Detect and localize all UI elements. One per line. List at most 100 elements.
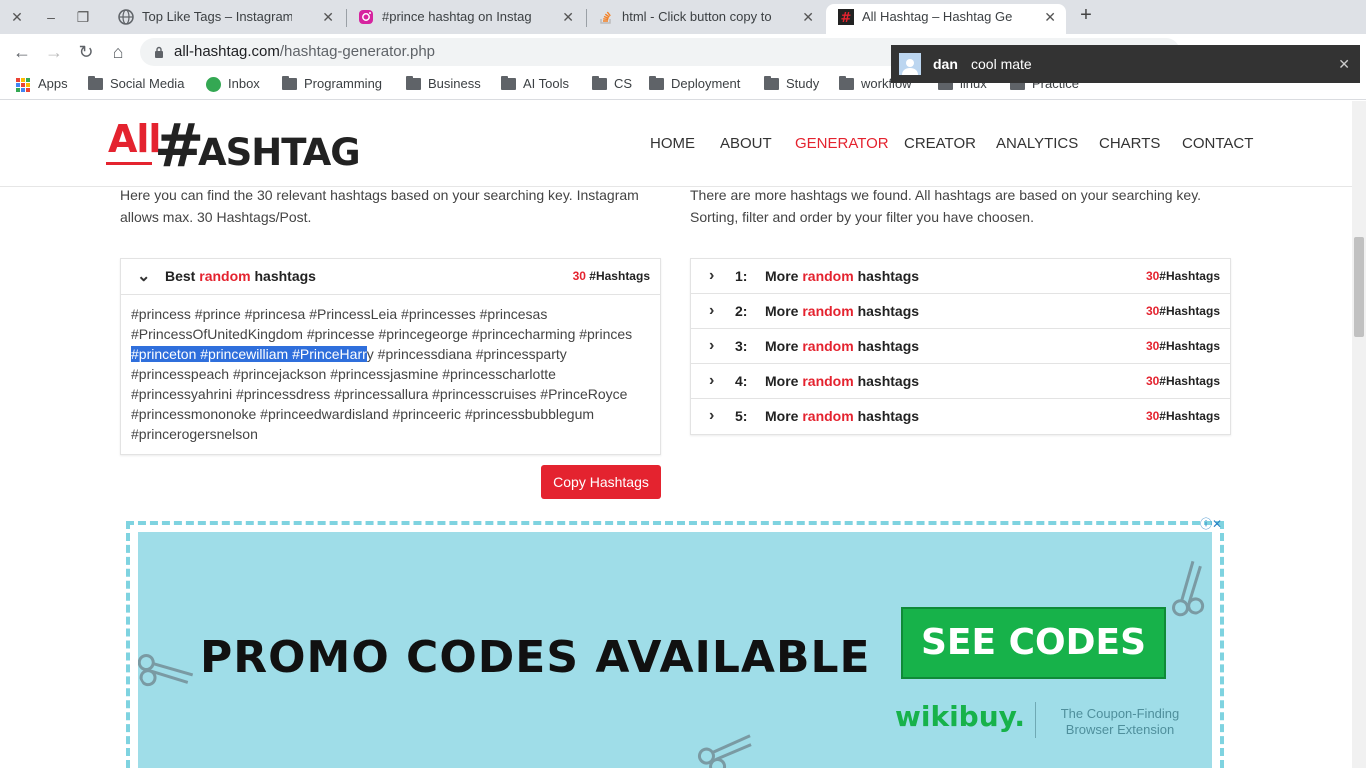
bookmark-label: Social Media [110,76,185,91]
folder-icon [282,76,297,90]
intro-left-text: Here you can find the 30 relevant hashta… [120,187,639,225]
site-header: All # ASHTAG HOME ABOUT GENERATOR CREATO… [0,101,1352,187]
bookmark-business[interactable]: Business [406,76,481,94]
tab-close-icon[interactable]: ✕ [1044,4,1056,30]
apps-grid-icon [16,78,30,92]
back-arrow-icon[interactable]: ← [10,40,34,64]
bookmark-label: AI Tools [523,76,570,91]
tab-all-hashtag[interactable]: # All Hashtag – Hashtag Gene ✕ [826,4,1066,34]
scrollbar-thumb[interactable] [1354,237,1364,337]
count-label: #Hashtags [1159,339,1220,353]
count-number: 30 [1145,409,1160,423]
nav-analytics[interactable]: ANALYTICS [996,135,1078,152]
tab-close-icon[interactable]: ✕ [322,4,334,30]
row-title-post: hashtags [857,268,920,284]
browser-tab-bar: ✕ – ❐ Top Like Tags – Instagram H ✕ #pri… [0,0,1366,34]
home-icon[interactable]: ⌂ [106,40,130,64]
new-tab-plus-icon[interactable]: + [1074,4,1098,27]
tab-stackoverflow[interactable]: html - Click button copy to ✕ [586,4,824,34]
more-hashtags-row[interactable]: › 4: More random hashtags 30#Hashtags [691,364,1230,399]
row-number: 3: [735,338,748,354]
instagram-icon [359,10,373,24]
bookmark-ai-tools[interactable]: AI Tools [501,76,569,94]
chevron-right-icon: › [709,302,715,319]
row-title-red: random [802,408,854,424]
title-post: hashtags [254,268,316,284]
more-hashtags-row[interactable]: › 1: More random hashtags 30#Hashtags [691,259,1230,294]
bookmark-study[interactable]: Study [764,76,819,94]
ad-divider [1035,702,1036,738]
minimize-window-icon[interactable]: – [40,6,62,28]
row-number: 4: [735,373,748,389]
count-label: #Hashtags [1159,374,1220,388]
ad-headline: PROMO CODES AVAILABLE [200,632,871,683]
tab-title: Top Like Tags – Instagram H [142,9,292,24]
ad-tagline: The Coupon-Finding Browser Extension [1060,706,1180,737]
more-hashtags-row[interactable]: › 5: More random hashtags 30#Hashtags [691,399,1230,434]
more-hashtags-row[interactable]: › 3: More random hashtags 30#Hashtags [691,329,1230,364]
hashtag-count: 30#Hashtags [1146,329,1220,363]
panel-title: Best random hashtags [165,259,316,294]
nav-home[interactable]: HOME [650,135,695,152]
lock-icon[interactable] [154,46,164,58]
more-hashtags-row[interactable]: › 2: More random hashtags 30#Hashtags [691,294,1230,329]
nav-about[interactable]: ABOUT [720,135,772,152]
count-number: 30 [572,269,586,283]
bookmark-label: Apps [38,76,68,91]
row-title-post: hashtags [857,338,920,354]
copy-hashtags-button[interactable]: Copy Hashtags [541,465,661,499]
bookmark-cs[interactable]: CS [592,76,632,94]
chat-notification[interactable]: dan cool mate ✕ [891,45,1360,83]
close-icon[interactable]: ✕ [1338,45,1350,83]
folder-icon [88,76,103,90]
wikibuy-ad-banner[interactable]: PROMO CODES AVAILABLE SEE CODES wikibuy.… [138,532,1212,768]
bookmark-label: Inbox [228,76,260,91]
row-title: More random hashtags [765,364,919,398]
tab-title: html - Click button copy to [622,9,772,24]
hashtag-list-text[interactable]: #princess #prince #princesa #PrincessLei… [121,295,660,444]
bookmark-label: CS [614,76,633,91]
bookmark-label: Study [786,76,820,91]
forward-arrow-icon[interactable]: → [42,40,66,64]
notification-message: cool mate [971,56,1032,72]
ad-info-close-icon[interactable]: ⓘ✕ [1200,515,1222,532]
all-hashtag-logo[interactable]: All # ASHTAG [106,111,361,181]
best-hashtags-panel: ⌄ Best random hashtags 30 #Hashtags #pri… [120,258,661,455]
chevron-right-icon: › [709,337,715,354]
count-label: #Hashtags [1159,409,1220,423]
row-number: 1: [735,268,748,284]
row-title: More random hashtags [765,399,919,433]
best-hashtags-header[interactable]: ⌄ Best random hashtags 30 #Hashtags [121,259,660,295]
nav-generator[interactable]: GENERATOR [795,135,889,152]
bookmark-deployment[interactable]: Deployment [649,76,740,94]
see-codes-button[interactable]: SEE CODES [901,607,1166,679]
close-window-icon[interactable]: ✕ [6,6,28,28]
nav-contact[interactable]: CONTACT [1182,135,1253,152]
tab-top-like-tags[interactable]: Top Like Tags – Instagram H ✕ [106,4,344,34]
chevron-right-icon: › [709,372,715,389]
chevron-right-icon: › [709,267,715,284]
row-title-red: random [802,373,854,389]
bookmark-programming[interactable]: Programming [282,76,382,94]
bookmark-social-media[interactable]: Social Media [88,76,184,94]
folder-icon [649,76,664,90]
row-title-pre: More [765,268,799,284]
tab-instagram-prince[interactable]: #prince hashtag on Instagra ✕ [346,4,584,34]
bookmark-inbox[interactable]: Inbox [206,76,260,94]
bookmark-apps[interactable]: Apps [16,76,68,94]
hashtag-count: 30#Hashtags [1146,259,1220,293]
count-number: 30 [1145,269,1160,283]
count-number: 30 [1145,304,1160,318]
tab-close-icon[interactable]: ✕ [562,4,574,30]
restore-window-icon[interactable]: ❐ [72,6,94,28]
page-scrollbar[interactable] [1352,101,1366,768]
row-title-red: random [802,338,854,354]
reload-icon[interactable]: ↻ [74,40,98,64]
nav-charts[interactable]: CHARTS [1099,135,1160,152]
tab-close-icon[interactable]: ✕ [802,4,814,30]
title-pre: Best [165,268,196,284]
bookmark-label: Business [428,76,481,91]
user-icon [902,59,918,75]
nav-creator[interactable]: CREATOR [904,135,976,152]
stackoverflow-icon [600,11,611,24]
